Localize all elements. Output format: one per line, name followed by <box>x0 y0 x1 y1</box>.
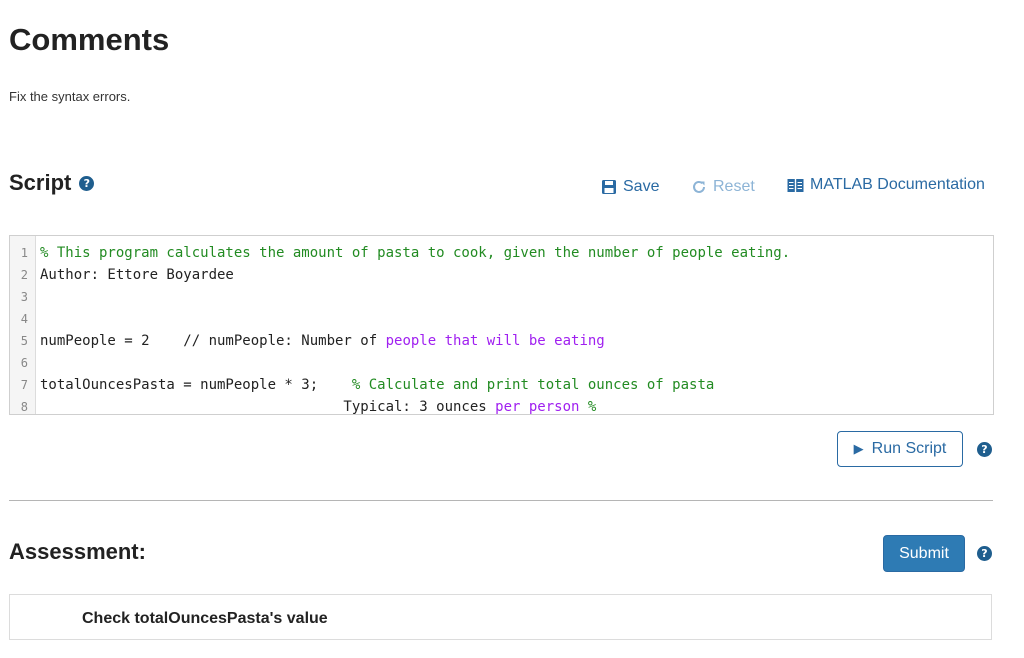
line-number: 5 <box>20 334 28 348</box>
code-line[interactable]: 4 <box>10 308 993 330</box>
book-icon <box>787 178 804 192</box>
question-circle-icon[interactable]: ? <box>977 442 992 457</box>
submit-label: Submit <box>899 544 949 562</box>
submit-button[interactable]: Submit <box>883 535 965 572</box>
question-circle-icon[interactable]: ? <box>977 546 992 561</box>
code-token-code: Typical: 3 ounces <box>40 399 496 415</box>
instructions-text: Fix the syntax errors. <box>9 89 131 104</box>
section-divider <box>9 500 993 501</box>
question-circle-icon[interactable]: ? <box>79 175 95 191</box>
script-heading-label: Script <box>9 170 72 195</box>
code-line[interactable]: 7 totalOuncesPasta = numPeople * 3; % Cal… <box>10 374 993 396</box>
code-token-keyword: per person <box>495 399 580 415</box>
reset-label: Reset <box>713 178 755 195</box>
code-text: numPeople = 2 // numPeople: Number of pe… <box>40 330 605 352</box>
line-number: 7 <box>20 378 28 392</box>
code-line[interactable]: 5 numPeople = 2 // numPeople: Number of p… <box>10 330 993 352</box>
refresh-icon <box>693 180 705 193</box>
line-number: 4 <box>20 312 28 326</box>
code-token-code: Author: Ettore Boyardee <box>40 267 234 283</box>
run-script-button[interactable]: ▶ Run Script <box>837 431 963 467</box>
code-token-code: totalOuncesPasta = numPeople * 3; <box>40 377 352 393</box>
code-token-keyword: people that will be eating <box>377 333 605 349</box>
assessment-heading: Assessment: <box>9 539 146 564</box>
run-script-label: Run Script <box>871 440 947 457</box>
code-editor[interactable]: 1 % This program calculates the amount of… <box>9 235 994 415</box>
code-text: % This program calculates the amount of … <box>40 242 790 264</box>
code-token-comment: % Calculate and print total ounces of pa… <box>351 377 715 393</box>
code-text: totalOuncesPasta = numPeople * 3; % Calc… <box>40 374 714 396</box>
code-line[interactable]: 8 Typical: 3 ounces per person % <box>10 396 993 415</box>
code-line[interactable]: 6 <box>10 352 993 374</box>
code-token-comment: % This program calculates the amount of … <box>40 245 791 261</box>
line-number: 2 <box>20 268 28 282</box>
code-text: Typical: 3 ounces per person % <box>40 396 597 415</box>
code-line[interactable]: 3 <box>10 286 993 308</box>
line-number: 6 <box>20 356 28 370</box>
save-button[interactable]: Save <box>601 178 659 196</box>
code-token-code: of <box>360 333 378 349</box>
reset-button[interactable]: Reset <box>691 178 755 196</box>
code-line[interactable]: 1 % This program calculates the amount of… <box>10 242 993 264</box>
line-number: 1 <box>20 246 28 260</box>
code-line[interactable]: 2 Author: Ettore Boyardee <box>10 264 993 286</box>
line-number: 3 <box>20 290 28 304</box>
matlab-documentation-link[interactable]: MATLAB Documentation <box>787 176 985 194</box>
line-number: 8 <box>20 400 28 414</box>
assessment-check-label: Check totalOuncesPasta's value <box>82 610 328 627</box>
script-heading: Script ? <box>9 170 95 196</box>
assessment-check-panel[interactable]: Check totalOuncesPasta's value <box>9 594 992 640</box>
code-token-comment: % <box>579 399 597 415</box>
play-icon: ▶ <box>853 441 864 456</box>
floppy-disk-icon <box>602 180 616 194</box>
docs-label: MATLAB Documentation <box>810 176 985 193</box>
page-title: Comments <box>9 22 170 57</box>
save-label: Save <box>623 178 660 195</box>
code-token-code: numPeople = 2 // numPeople: Number <box>40 333 361 349</box>
code-text: Author: Ettore Boyardee <box>40 264 234 286</box>
